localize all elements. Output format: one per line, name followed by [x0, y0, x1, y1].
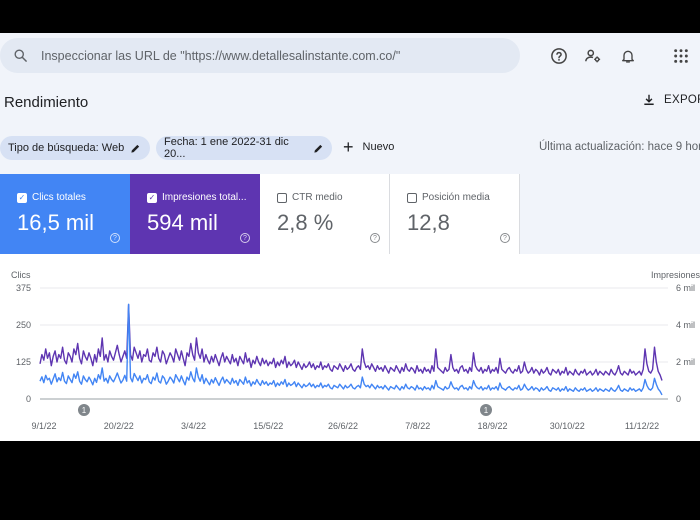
- annotation-marker-label: 1: [484, 406, 489, 415]
- search-placeholder: Inspeccionar las URL de "https://www.det…: [41, 48, 401, 63]
- left-tick-label: 125: [16, 357, 31, 367]
- search-type-label: Tipo de búsqueda: Web: [8, 142, 125, 154]
- impressions-series-line: [39, 304, 663, 381]
- right-tick-label: 2 mil: [676, 357, 695, 367]
- last-update-text: Última actualización: hace 9 horas: [539, 141, 700, 153]
- annotation-marker-label: 1: [82, 406, 87, 415]
- export-label: EXPORT: [664, 94, 700, 106]
- checkbox-checked-icon[interactable]: ✓: [147, 192, 157, 203]
- right-tick-label: 6 mil: [676, 283, 695, 293]
- apps-grid-icon[interactable]: [670, 45, 692, 67]
- x-tick-label: 9/1/22: [31, 421, 56, 431]
- x-tick-label: 18/9/22: [477, 421, 507, 431]
- date-filter-chip[interactable]: Fecha: 1 ene 2022-31 dic 20...: [156, 136, 332, 160]
- metric-cards: ✓ Clics totales 16,5 mil ? ✓ Impresiones t…: [0, 174, 520, 254]
- search-type-filter-chip[interactable]: Tipo de búsqueda: Web: [0, 136, 150, 160]
- page-title: Rendimiento: [4, 94, 89, 111]
- right-tick-label: 4 mil: [676, 320, 695, 330]
- right-axis-label: Impresiones: [651, 270, 700, 280]
- x-tick-label: 7/8/22: [405, 421, 430, 431]
- add-filter-button[interactable]: + Nuevo: [343, 137, 395, 157]
- x-tick-label: 11/12/22: [625, 421, 659, 431]
- help-icon[interactable]: [548, 45, 570, 67]
- left-axis-label: Clics: [11, 270, 31, 280]
- checkbox-unchecked-icon[interactable]: [277, 192, 287, 203]
- edit-pencil-icon: [313, 143, 324, 154]
- metric-label: Impresiones total...: [162, 192, 247, 203]
- export-button[interactable]: EXPORT: [642, 93, 700, 107]
- chart-svg: 375 6 mil 250 4 mil 125 2 mil 0 0 9/1/22 20/2/22 3…: [16, 283, 695, 431]
- metric-value: 2,8 %: [277, 210, 334, 235]
- left-tick-label: 0: [26, 394, 31, 404]
- search-icon: [10, 46, 30, 66]
- metric-card-clicks[interactable]: ✓ Clics totales 16,5 mil ?: [0, 174, 130, 254]
- x-tick-label: 20/2/22: [104, 421, 134, 431]
- notifications-bell-icon[interactable]: [617, 45, 639, 67]
- metric-card-impressions[interactable]: ✓ Impresiones total... 594 mil ?: [130, 174, 260, 254]
- metric-label: Posición media: [422, 192, 490, 203]
- metric-card-position[interactable]: Posición media 12,8 ?: [390, 174, 520, 254]
- add-filter-label: Nuevo: [362, 141, 395, 153]
- metric-label: Clics totales: [32, 192, 86, 203]
- metric-label: CTR medio: [292, 192, 343, 203]
- edit-pencil-icon: [130, 143, 141, 154]
- checkbox-checked-icon[interactable]: ✓: [17, 192, 27, 203]
- x-tick-label: 15/5/22: [253, 421, 283, 431]
- manage-users-icon[interactable]: [582, 45, 604, 67]
- performance-chart: Clics Impresiones 375 6 mil 250 4 mil 125 2 m…: [0, 254, 700, 441]
- help-icon[interactable]: ?: [500, 233, 510, 243]
- help-icon[interactable]: ?: [370, 233, 380, 243]
- right-tick-label: 0: [676, 394, 681, 404]
- checkbox-unchecked-icon[interactable]: [407, 192, 417, 203]
- x-tick-label: 26/6/22: [328, 421, 358, 431]
- left-tick-label: 375: [16, 283, 31, 293]
- metric-value: 12,8: [407, 210, 450, 235]
- plus-icon: +: [343, 137, 354, 157]
- metric-value: 16,5 mil: [17, 210, 95, 235]
- search-console-frame: Inspeccionar las URL de "https://www.det…: [0, 33, 700, 441]
- download-icon: [644, 94, 654, 106]
- help-icon[interactable]: ?: [110, 233, 120, 243]
- metric-value: 594 mil: [147, 210, 218, 235]
- x-tick-label: 3/4/22: [181, 421, 206, 431]
- left-tick-label: 250: [16, 320, 31, 330]
- help-icon[interactable]: ?: [240, 233, 250, 243]
- url-inspection-search[interactable]: Inspeccionar las URL de "https://www.det…: [0, 38, 520, 73]
- x-tick-label: 30/10/22: [550, 421, 585, 431]
- date-filter-label: Fecha: 1 ene 2022-31 dic 20...: [164, 136, 289, 160]
- metric-card-ctr[interactable]: CTR medio 2,8 % ?: [260, 174, 390, 254]
